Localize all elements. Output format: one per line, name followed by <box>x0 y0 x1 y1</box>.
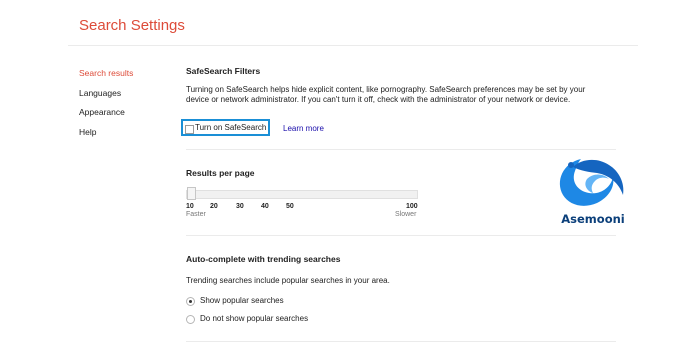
results-slider-track[interactable] <box>186 190 418 199</box>
slider-tick-100: 100 <box>406 203 418 210</box>
sidebar-item-help[interactable]: Help <box>79 123 133 143</box>
watermark-text: Asemooni <box>561 212 625 226</box>
section-divider <box>186 235 616 236</box>
slider-min-label: Faster <box>186 211 206 218</box>
safesearch-checkbox[interactable] <box>185 125 194 134</box>
section-divider <box>186 341 616 342</box>
autocomplete-description: Trending searches include popular search… <box>186 276 390 285</box>
radio-button-selected[interactable] <box>186 297 195 306</box>
sidebar-item-search-results[interactable]: Search results <box>79 64 133 84</box>
slider-tick-10: 10 <box>186 203 194 210</box>
slider-tick-20: 20 <box>210 203 218 210</box>
learn-more-link[interactable]: Learn more <box>283 124 324 133</box>
results-per-page-heading: Results per page <box>186 168 255 178</box>
slider-tick-40: 40 <box>261 203 269 210</box>
safesearch-checkbox-label[interactable]: Turn on SafeSearch <box>195 123 266 132</box>
safesearch-description: Turning on SafeSearch helps hide explici… <box>186 85 586 104</box>
radio-label: Show popular searches <box>200 296 284 305</box>
page-title: Search Settings <box>79 17 185 34</box>
header-divider <box>68 45 638 46</box>
safesearch-heading: SafeSearch Filters <box>186 66 261 76</box>
sidebar-item-appearance[interactable]: Appearance <box>79 103 133 123</box>
safesearch-highlight: Turn on SafeSearch <box>181 119 270 136</box>
slider-max-label: Slower <box>395 211 417 218</box>
radio-label: Do not show popular searches <box>200 314 309 323</box>
sidebar-item-languages[interactable]: Languages <box>79 84 133 104</box>
slider-tick-50: 50 <box>286 203 294 210</box>
results-slider-handle[interactable] <box>187 187 196 200</box>
slider-tick-30: 30 <box>236 203 244 210</box>
radio-button[interactable] <box>186 315 195 324</box>
autocomplete-heading: Auto-complete with trending searches <box>186 254 341 264</box>
section-divider <box>186 149 616 150</box>
sidebar-nav: Search results Languages Appearance Help <box>79 64 133 142</box>
